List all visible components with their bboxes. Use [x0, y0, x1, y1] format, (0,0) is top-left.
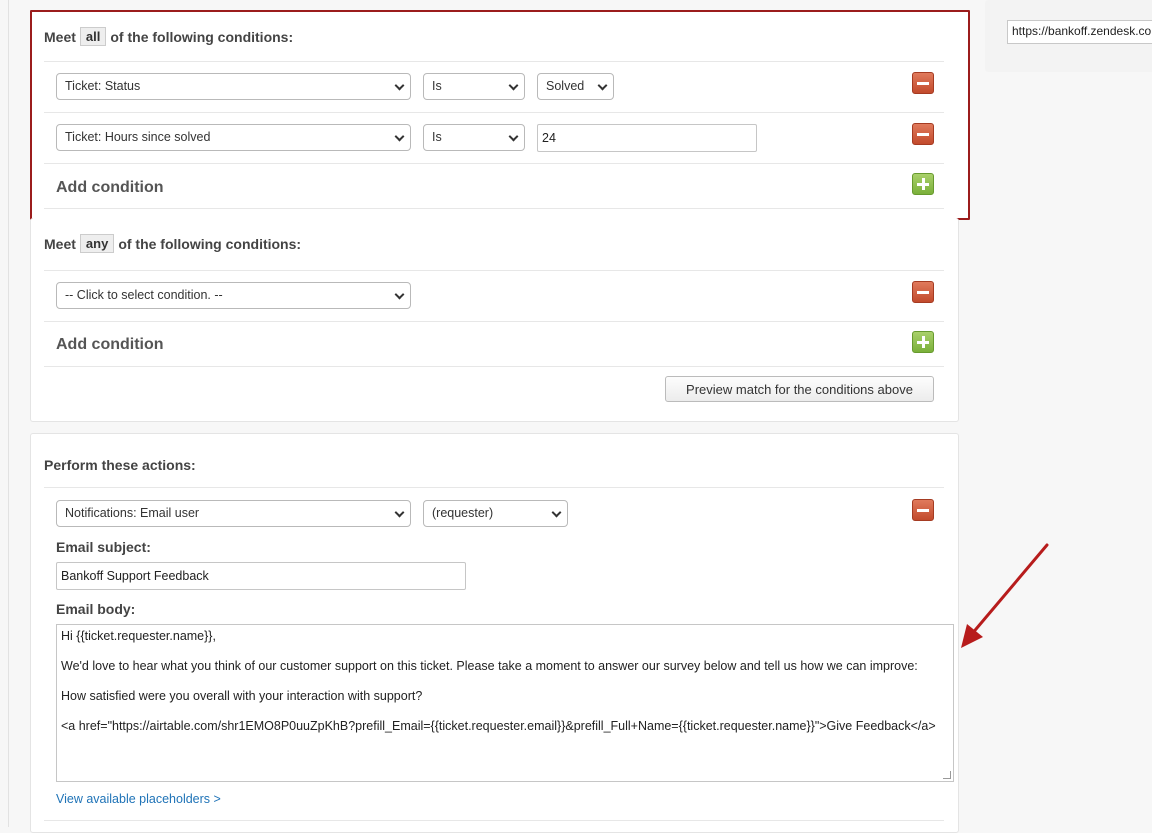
condition-value-select[interactable]: Solved — [537, 73, 614, 100]
divider — [44, 208, 944, 209]
condition-operator-select[interactable]: Is — [423, 124, 525, 151]
add-condition-button[interactable] — [912, 331, 934, 353]
qualifier-badge-any: any — [79, 234, 115, 253]
remove-condition-button[interactable] — [912, 72, 934, 94]
arrow-shaft — [969, 543, 1049, 637]
chevron-down-icon — [394, 289, 405, 300]
select-value: (requester) — [432, 506, 494, 520]
all-conditions-panel: Meet all of the following conditions: Ti… — [30, 10, 970, 220]
chevron-down-icon — [394, 80, 405, 91]
preview-match-button[interactable]: Preview match for the conditions above — [665, 376, 934, 402]
divider — [44, 321, 944, 322]
divider — [44, 487, 944, 488]
side-panel: https://bankoff.zendesk.com — [985, 0, 1152, 72]
remove-action-button[interactable] — [912, 499, 934, 521]
condition-value-input[interactable]: 24 — [537, 124, 757, 152]
chevron-down-icon — [551, 507, 562, 518]
meet-suffix: of the following conditions: — [110, 28, 294, 45]
divider — [44, 270, 944, 271]
select-value: Solved — [546, 79, 585, 93]
add-condition-button[interactable] — [912, 173, 934, 195]
email-body-line: How satisfied were you overall with your… — [61, 689, 423, 703]
resize-handle[interactable] — [943, 771, 951, 779]
arrow-annotation — [961, 543, 1049, 648]
view-placeholders-link[interactable]: View available placeholders > — [56, 792, 221, 806]
email-body-line: <a href="https://airtable.com/shr1EMO8P0… — [61, 719, 936, 733]
divider — [44, 820, 944, 821]
actions-panel: Perform these actions: Notifications: Em… — [30, 433, 959, 833]
email-body-line: Hi {{ticket.requester.name}}, — [61, 629, 216, 643]
email-subject-input[interactable]: Bankoff Support Feedback — [56, 562, 466, 590]
actions-title: Perform these actions: — [44, 457, 196, 473]
arrow-head — [961, 624, 983, 648]
condition-field-select[interactable]: Ticket: Hours since solved — [56, 124, 411, 151]
email-subject-label: Email subject: — [56, 539, 151, 555]
all-conditions-heading: Meet all of the following conditions: — [44, 27, 293, 46]
select-value: Ticket: Hours since solved — [65, 130, 211, 144]
select-value: Ticket: Status — [65, 79, 141, 93]
email-body-label: Email body: — [56, 601, 136, 617]
qualifier-badge-all: all — [79, 27, 107, 46]
remove-condition-button[interactable] — [912, 281, 934, 303]
action-field-select[interactable]: Notifications: Email user — [56, 500, 411, 527]
chevron-down-icon — [394, 131, 405, 142]
remove-condition-button[interactable] — [912, 123, 934, 145]
chevron-down-icon — [508, 131, 519, 142]
chevron-down-icon — [508, 80, 519, 91]
chevron-down-icon — [394, 507, 405, 518]
select-value: -- Click to select condition. -- — [65, 288, 223, 302]
add-condition-label[interactable]: Add condition — [56, 336, 164, 354]
meet-prefix: Meet — [44, 235, 76, 252]
any-conditions-panel: Meet any of the following conditions: --… — [30, 218, 959, 422]
select-value: Is — [432, 130, 442, 144]
divider — [44, 61, 944, 62]
page-left-rule — [8, 0, 9, 827]
add-condition-label[interactable]: Add condition — [56, 179, 164, 197]
divider — [44, 366, 944, 367]
meet-prefix: Meet — [44, 28, 76, 45]
chevron-down-icon — [597, 80, 608, 91]
target-url-input[interactable]: https://bankoff.zendesk.com — [1007, 20, 1152, 44]
email-body-textarea[interactable]: Hi {{ticket.requester.name}}, We'd love … — [56, 624, 954, 782]
email-body-line: We'd love to hear what you think of our … — [61, 659, 918, 673]
condition-field-select[interactable]: Ticket: Status — [56, 73, 411, 100]
meet-suffix: of the following conditions: — [118, 235, 302, 252]
condition-field-select[interactable]: -- Click to select condition. -- — [56, 282, 411, 309]
condition-operator-select[interactable]: Is — [423, 73, 525, 100]
divider — [44, 112, 944, 113]
action-target-select[interactable]: (requester) — [423, 500, 568, 527]
divider — [44, 163, 944, 164]
select-value: Is — [432, 79, 442, 93]
select-value: Notifications: Email user — [65, 506, 200, 520]
any-conditions-heading: Meet any of the following conditions: — [44, 234, 301, 253]
